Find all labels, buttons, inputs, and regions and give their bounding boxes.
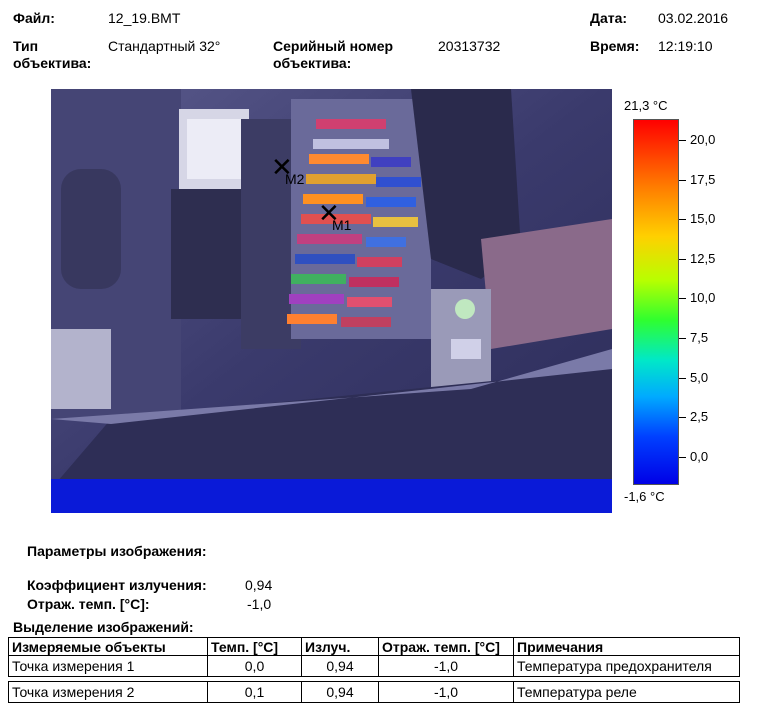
- scale-tick: [679, 180, 686, 181]
- cell-temp: 0,1: [207, 681, 302, 703]
- cell-object: Точка измерения 1: [8, 655, 208, 677]
- scale-tick-label: 5,0: [690, 370, 709, 385]
- scale-tick: [679, 457, 686, 458]
- column-header: Излуч.: [301, 637, 379, 656]
- scale-min-label: -1,6 °C: [624, 489, 665, 504]
- serial-label: Серийный номер: [273, 38, 394, 54]
- cell-emis: 0,94: [301, 681, 379, 703]
- scale-tick-label: 12,5: [690, 251, 716, 266]
- emissivity-label: Коэффициент излучения:: [27, 577, 207, 593]
- scale-tick-label: 17,5: [690, 172, 716, 187]
- lens-type-label-line2: объектива:: [13, 55, 92, 71]
- column-header: Темп. [°C]: [207, 637, 302, 656]
- cell-emis: 0,94: [301, 655, 379, 677]
- time-label: Время:: [590, 38, 640, 54]
- serial-label-line2: объектива:: [273, 55, 352, 71]
- scale-tick: [679, 338, 686, 339]
- scale-tick: [679, 140, 686, 141]
- scale-tick-label: 15,0: [690, 211, 716, 226]
- date-label: Дата:: [590, 10, 628, 26]
- refl-temp-value: -1,0: [247, 596, 272, 612]
- color-scale-bar: [633, 119, 679, 485]
- cell-temp: 0,0: [207, 655, 302, 677]
- table-row: Точка измерения 1 0,0 0,94 -1,0 Температ…: [8, 655, 740, 677]
- file-label: Файл:: [13, 10, 55, 26]
- scale-tick: [679, 378, 686, 379]
- image-params-title: Параметры изображения:: [27, 543, 207, 559]
- cell-object: Точка измерения 2: [8, 681, 208, 703]
- thermal-image: ✕ M2 ✕ M1: [51, 89, 612, 513]
- table-row: Точка измерения 2 0,1 0,94 -1,0 Температ…: [8, 681, 740, 703]
- markings-table: Измеряемые объекты Темп. [°C] Излуч. Отр…: [8, 637, 740, 703]
- scale-tick-label: 10,0: [690, 290, 716, 305]
- scale-tick: [679, 219, 686, 220]
- file-value: 12_19.BMT: [108, 10, 181, 26]
- cell-refl: -1,0: [378, 655, 514, 677]
- column-header: Отраж. темп. [°C]: [378, 637, 514, 656]
- markings-title: Выделение изображений:: [13, 619, 194, 635]
- marker-m1-label: M1: [332, 217, 352, 233]
- refl-temp-label: Отраж. темп. [°C]:: [27, 596, 150, 612]
- column-header: Измеряемые объекты: [8, 637, 208, 656]
- marker-m2-label: M2: [285, 171, 305, 187]
- cell-note: Температура реле: [513, 681, 740, 703]
- lens-type-value: Стандартный 32°: [108, 38, 221, 54]
- scale-tick-label: 20,0: [690, 132, 716, 147]
- scale-max-label: 21,3 °C: [624, 98, 668, 113]
- cell-refl: -1,0: [378, 681, 514, 703]
- scale-tick: [679, 259, 686, 260]
- scale-tick-label: 2,5: [690, 409, 709, 424]
- scale-tick-label: 7,5: [690, 330, 709, 345]
- column-header: Примечания: [513, 637, 740, 656]
- serial-value: 20313732: [438, 38, 501, 54]
- scale-tick: [679, 298, 686, 299]
- time-value: 12:19:10: [658, 38, 713, 54]
- scale-tick-label: 0,0: [690, 449, 709, 464]
- lens-type-label: Тип: [13, 38, 39, 54]
- date-value: 03.02.2016: [658, 10, 729, 26]
- emissivity-value: 0,94: [245, 577, 273, 593]
- cell-note: Температура предохранителя: [513, 655, 740, 677]
- scale-tick: [679, 417, 686, 418]
